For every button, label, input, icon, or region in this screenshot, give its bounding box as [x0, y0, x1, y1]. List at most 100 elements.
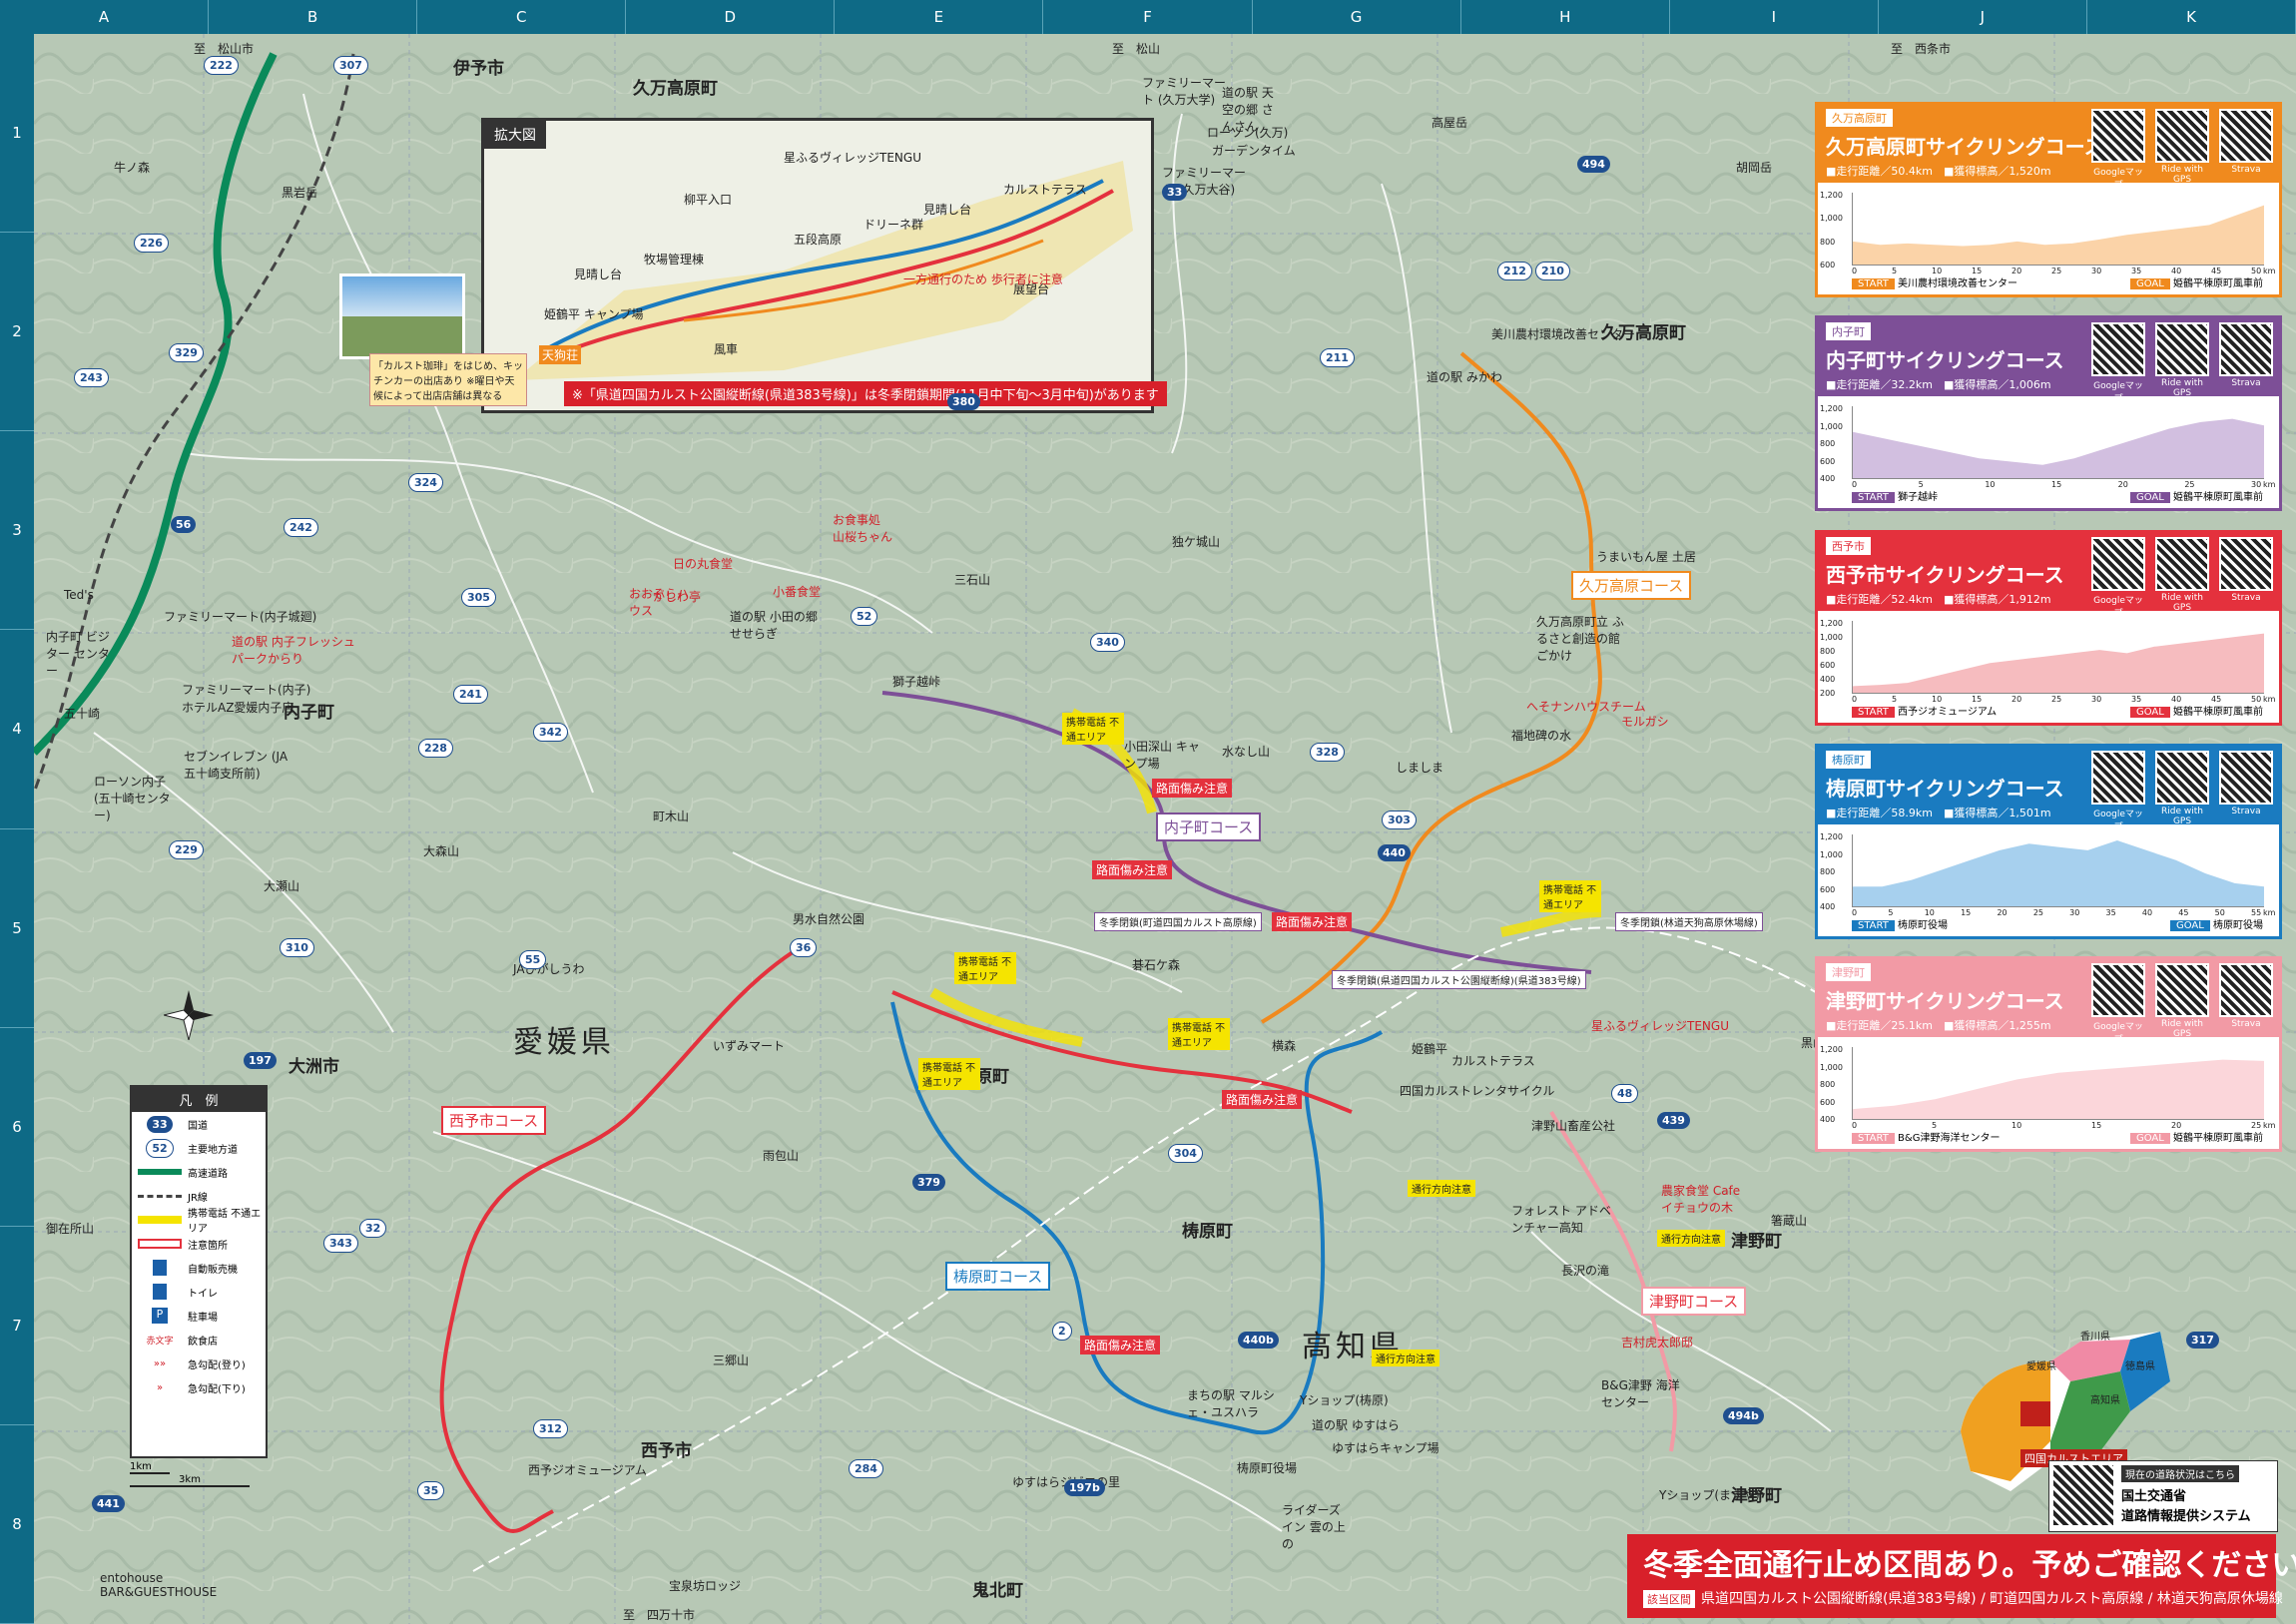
steep-down-icon: »	[156, 1381, 164, 1393]
qr-code-icon[interactable]	[2155, 963, 2209, 1017]
caution-road-damage: 路面傷み注意	[1272, 912, 1353, 931]
qr-code-icon[interactable]	[2155, 751, 2209, 805]
poi-label: 小番食堂	[773, 585, 822, 599]
distance-tick: 0	[1852, 695, 1858, 704]
qr-link[interactable]: Googleマップ	[2091, 109, 2145, 191]
qr-code-icon[interactable]	[2091, 322, 2145, 376]
distance-tick: 30	[2091, 695, 2102, 704]
road-info-qr-block[interactable]: 現在の道路状況はこちら 国土交通省 道路情報提供システム	[2048, 1460, 2278, 1532]
panel-footer: START 梼原町役場 GOAL 梼原町役場	[1852, 916, 2263, 931]
distance-unit: km	[2263, 695, 2276, 704]
road-number-badge: 211	[1320, 348, 1355, 367]
road-number-badge: 440b	[1238, 1332, 1279, 1349]
qr-link[interactable]: Ride with GPS	[2155, 537, 2209, 619]
grid-row-label: 7	[0, 1227, 34, 1425]
road-number-badge: 380	[947, 393, 980, 410]
distance-tick: 25	[2051, 695, 2062, 704]
qr-code-icon[interactable]	[2091, 537, 2145, 591]
caution-one-way: 通行方向注意	[1657, 1230, 1725, 1247]
road-number-badge: 212	[1497, 262, 1532, 280]
elevation-tick: 400	[1820, 902, 1836, 911]
distance-tick: 35	[2131, 267, 2142, 275]
distance-tick: 15	[1961, 908, 1972, 917]
qr-code-icon[interactable]	[2091, 963, 2145, 1017]
grid-col-label: B	[209, 0, 418, 34]
road-number-badge: 226	[134, 234, 169, 253]
distance-unit: km	[2263, 267, 2276, 275]
road-number-badge: 303	[1382, 811, 1417, 829]
qr-code-icon[interactable]	[2219, 537, 2273, 591]
caution-winter-closure: 冬季閉鎖(県道四国カルスト公園縦断線)(県道383号線)	[1332, 970, 1586, 989]
grid-col-label: J	[1879, 0, 2087, 34]
poi-label: 姫鶴平	[1412, 1042, 1448, 1056]
elevation-profile	[1852, 1047, 2264, 1120]
elevation-profile	[1852, 193, 2264, 266]
qr-code-icon[interactable]	[2155, 322, 2209, 376]
qr-code-icon[interactable]	[2219, 963, 2273, 1017]
elevation-area	[1853, 1059, 2264, 1119]
qr-line1: 国土交通省	[2121, 1489, 2187, 1504]
mountain-label: 御在所山	[46, 1222, 95, 1236]
qr-link[interactable]: Ride with GPS	[2155, 322, 2209, 404]
place-label: 鬼北町	[972, 1581, 1023, 1601]
direction-label: 至 松山	[1112, 42, 1161, 56]
road-number-badge: 197	[244, 1052, 277, 1069]
qr-link[interactable]: Ride with GPS	[2155, 109, 2209, 191]
caution-no-signal: 携帯電話 不通エリア	[1062, 713, 1124, 745]
qr-link[interactable]: Ride with GPS	[2155, 963, 2209, 1045]
minimap-label: 高知県	[2090, 1395, 2120, 1406]
qr-link[interactable]: Strava	[2219, 109, 2273, 191]
distance-tick: 5	[1888, 908, 1894, 917]
road-number-badge: 36	[790, 938, 818, 957]
poi-label: フォレスト アドベンチャー高知	[1511, 1204, 1611, 1235]
elevation-tick: 400	[1820, 474, 1836, 483]
distance-tick: 20	[2011, 695, 2022, 704]
course-panel-uchiko: 内子町 内子町サイクリングコース ■走行距離／32.2km ■獲得標高／1,00…	[1815, 315, 2282, 511]
inset-label: 柳平入口	[684, 193, 733, 207]
qr-link[interactable]: Strava	[2219, 322, 2273, 404]
panel-stats: ■走行距離／25.1km ■獲得標高／1,255m	[1826, 1019, 2051, 1032]
elevation-tick: 1,000	[1820, 421, 1843, 431]
qr-link[interactable]: Googleマップ	[2091, 537, 2145, 619]
course-label-kuma: 久万高原コース	[1571, 571, 1692, 600]
panel-footer: START 西予ジオミュージアム GOAL 姫鶴平棟原町風車前	[1852, 703, 2263, 718]
distance-tick: 50	[2251, 267, 2262, 275]
qr-link[interactable]: Googleマップ	[2091, 963, 2145, 1045]
poi-label: B&G津野 海洋センター	[1601, 1378, 1680, 1409]
qr-code-icon[interactable]	[2219, 751, 2273, 805]
distance-tick: 45	[2211, 267, 2222, 275]
course-label-seiyo: 西予市コース	[441, 1106, 547, 1135]
minimap-label: 香川県	[2080, 1332, 2110, 1343]
distance-tick: 25	[2251, 1121, 2262, 1130]
qr-link[interactable]: Strava	[2219, 963, 2273, 1045]
road-number-badge: 304	[1168, 1144, 1203, 1163]
caution-winter-closure: 冬季閉鎖(林道天狗高原休場線)	[1615, 912, 1763, 931]
distance-tick: 10	[1932, 695, 1943, 704]
distance-tick: 30	[2091, 267, 2102, 275]
panel-course-name: 津野町サイクリングコース	[1826, 989, 2064, 1013]
distance-tick: 10	[1924, 908, 1935, 917]
distance-tick: 20	[2171, 1121, 2182, 1130]
panel-stats: ■走行距離／32.2km ■獲得標高／1,006m	[1826, 378, 2051, 391]
road-number-badge: 33	[1162, 184, 1188, 201]
qr-code-icon[interactable]	[2091, 751, 2145, 805]
qr-link[interactable]: Strava	[2219, 537, 2273, 619]
qr-code-icon[interactable]	[2155, 109, 2209, 163]
course-panel-kuma: 久万高原町 久万高原町サイクリングコース ■走行距離／50.4km ■獲得標高／…	[1815, 102, 2282, 297]
inset-label: カルストテラス	[1003, 183, 1087, 197]
qr-code-icon[interactable]	[2053, 1465, 2113, 1525]
qr-code-icon[interactable]	[2155, 537, 2209, 591]
qr-code-icon[interactable]	[2219, 109, 2273, 163]
qr-link[interactable]: Strava	[2219, 751, 2273, 832]
grid-col-label: E	[835, 0, 1044, 34]
poi-label: Yショップ(ますや)	[1659, 1488, 1760, 1502]
road-number-badge: 52	[851, 607, 878, 626]
qr-link[interactable]: Googleマップ	[2091, 322, 2145, 404]
qr-link[interactable]: Ride with GPS	[2155, 751, 2209, 832]
qr-code-icon[interactable]	[2091, 109, 2145, 163]
legend-item: 携帯電話 不通エリア	[132, 1208, 266, 1235]
elevation-area	[1853, 840, 2264, 906]
qr-link[interactable]: Googleマップ	[2091, 751, 2145, 832]
course-panel-tsuno: 津野町 津野町サイクリングコース ■走行距離／25.1km ■獲得標高／1,25…	[1815, 956, 2282, 1152]
qr-code-icon[interactable]	[2219, 322, 2273, 376]
